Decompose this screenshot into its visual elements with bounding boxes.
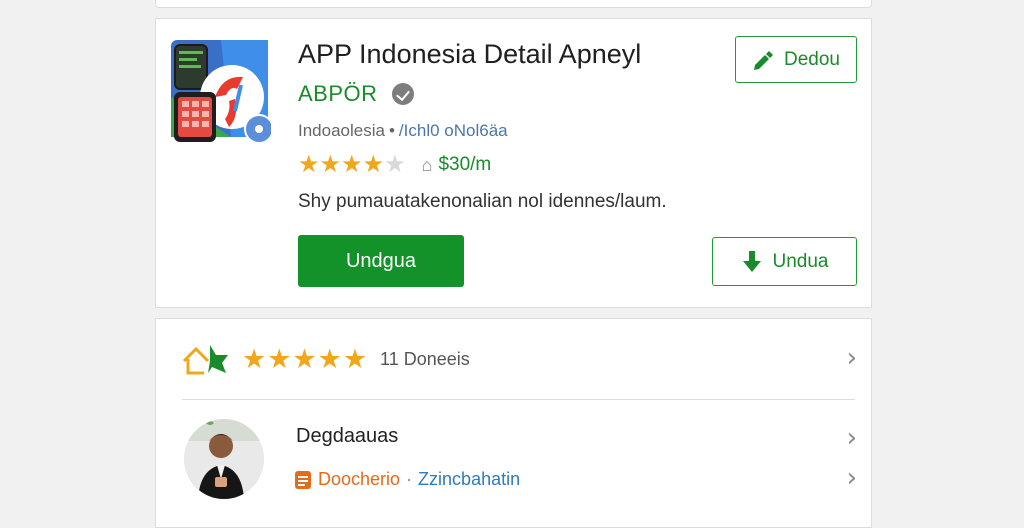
meta-separator: • xyxy=(388,121,395,140)
app-description: Shy pumauatakenonalian nol idennes/laum. xyxy=(298,191,667,212)
rating-stars: ★★★★★ xyxy=(298,153,406,177)
reviewer-name[interactable]: Degdaauas xyxy=(296,425,398,448)
developer-name[interactable]: ABPÖR xyxy=(298,81,378,107)
previous-card-strip xyxy=(155,0,872,8)
review-header[interactable]: ★★★★★ 11 Doneeis xyxy=(182,343,470,375)
app-icon[interactable] xyxy=(171,37,274,152)
verified-badge-icon xyxy=(391,83,414,105)
house-icon: ⌂ xyxy=(421,154,433,175)
rating-row: ★★★★★ ⌂ $30/m xyxy=(298,153,491,177)
top-action-button[interactable]: Dedou xyxy=(735,36,857,83)
app-detail-card: APP Indonesia Detail Apneyl ABPÖR Indoao… xyxy=(155,18,872,308)
download-button-label: Undua xyxy=(772,250,829,272)
review-count: 11 Doneeis xyxy=(380,348,470,369)
download-arrow-icon xyxy=(741,250,763,274)
avatar[interactable] xyxy=(184,419,264,499)
install-button[interactable]: Undgua xyxy=(298,235,464,287)
meta-tag[interactable]: /Ichl0 oNol6äa xyxy=(399,121,508,140)
install-button-label: Undgua xyxy=(345,249,417,272)
pencil-icon xyxy=(752,49,774,71)
review-stars: ★★★★★ xyxy=(242,343,369,374)
house-icon xyxy=(182,343,232,375)
reviewer-meta-a[interactable]: Doocherio xyxy=(318,469,400,490)
rating-star-half: ★ xyxy=(384,151,406,178)
chevron-right-icon[interactable]: › xyxy=(847,423,857,453)
document-icon xyxy=(294,470,312,490)
reviewer-meta-separator: · xyxy=(406,469,413,489)
price-label: $30/m xyxy=(438,154,492,175)
top-action-label: Dedou xyxy=(784,48,840,70)
chevron-right-icon[interactable]: › xyxy=(847,463,857,493)
reviewer-meta-b[interactable]: Zzincbahatin xyxy=(418,469,520,490)
meta-category: Indoaolesia xyxy=(298,121,385,140)
divider xyxy=(182,399,855,400)
review-card: ★★★★★ 11 Doneeis › Degdaauas › Doocherio… xyxy=(155,318,872,528)
developer-row: ABPÖR xyxy=(298,81,414,107)
rating-stars-full: ★★★★ xyxy=(298,151,385,178)
download-button[interactable]: Undua xyxy=(712,237,857,286)
app-meta: Indoaolesia •/Ichl0 oNol6äa xyxy=(298,121,508,141)
chevron-right-icon[interactable]: › xyxy=(847,343,857,373)
app-title: APP Indonesia Detail Apneyl xyxy=(298,39,642,69)
reviewer-meta: Doocherio · Zzincbahatin xyxy=(294,469,520,490)
